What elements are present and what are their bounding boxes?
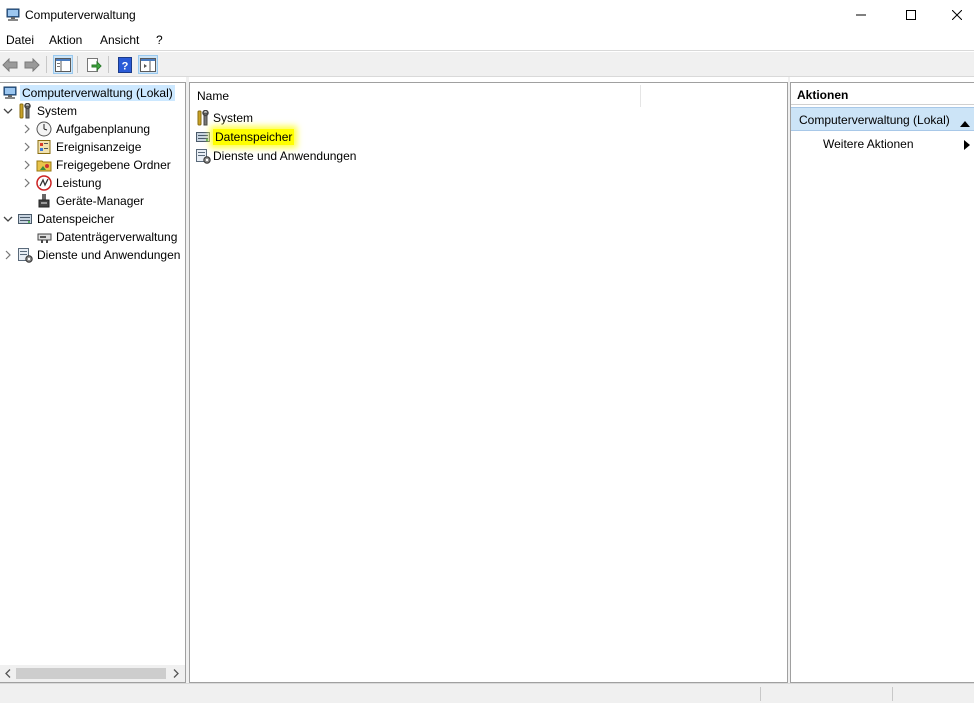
horizontal-scrollbar[interactable] (0, 665, 185, 682)
storage-icon (195, 129, 211, 145)
list-item-dienste[interactable]: Dienste und Anwendungen (195, 147, 356, 165)
column-header[interactable]: Name (190, 83, 787, 107)
status-bar (0, 683, 974, 703)
list-view: Name System Datenspeicher Dienste und An… (189, 82, 788, 683)
chevron-down-icon[interactable] (2, 213, 14, 225)
shared-folder-icon (36, 157, 52, 173)
show-hide-action-pane-button[interactable] (138, 55, 158, 74)
minimize-icon (856, 14, 866, 16)
chevron-right-icon[interactable] (21, 123, 33, 135)
menu-aktion[interactable]: Aktion (49, 33, 82, 47)
maximize-icon (906, 10, 916, 20)
event-viewer-icon (36, 139, 52, 155)
list-item-label: Datenspeicher (213, 129, 295, 145)
chevron-right-icon[interactable] (21, 177, 33, 189)
tree-item-label: Datenspeicher (37, 212, 115, 226)
export-list-button[interactable] (84, 55, 104, 74)
show-hide-console-tree-icon (55, 57, 71, 72)
column-header-name[interactable]: Name (197, 89, 229, 103)
tree-item-label: Freigegebene Ordner (56, 158, 171, 172)
list-item-datenspeicher[interactable]: Datenspeicher (195, 128, 295, 146)
tree-item-ereignisanzeige[interactable]: Ereignisanzeige (21, 138, 141, 156)
show-hide-action-pane-icon (140, 57, 156, 72)
svg-text:?: ? (122, 60, 129, 72)
chevron-right-icon[interactable] (21, 141, 33, 153)
list-item-system[interactable]: System (195, 109, 253, 127)
toolbar: ? (0, 52, 974, 77)
actions-section-header[interactable]: Computerverwaltung (Lokal) (791, 107, 974, 131)
tree-item-label: System (37, 104, 78, 118)
chevron-right-icon[interactable] (2, 249, 14, 261)
close-button[interactable] (934, 0, 974, 30)
storage-icon (17, 211, 33, 227)
list-item-label: Dienste und Anwendungen (213, 149, 357, 163)
more-actions-item[interactable]: Weitere Aktionen (791, 133, 974, 155)
actions-section-label: Computerverwaltung (Lokal) (799, 113, 950, 127)
submenu-arrow-icon (964, 139, 970, 153)
tree-item-label: Computerverwaltung (Lokal) (20, 85, 175, 101)
tree-item-label: Aufgabenplanung (56, 122, 151, 136)
actions-title-label: Aktionen (797, 88, 849, 102)
scrollbar-thumb[interactable] (16, 668, 166, 679)
forward-arrow-icon (24, 57, 40, 72)
help-button[interactable]: ? (115, 55, 135, 74)
close-icon (952, 10, 962, 20)
device-manager-icon (36, 193, 52, 209)
computer-management-icon (2, 85, 18, 101)
show-hide-console-tree-button[interactable] (53, 55, 73, 74)
chevron-down-icon[interactable] (2, 105, 14, 117)
menu-bar: Datei Aktion Ansicht ? (0, 30, 974, 51)
scroll-left-icon[interactable] (1, 667, 15, 680)
tree-item-leistung[interactable]: Leistung (21, 174, 101, 192)
tree-item-datentraegerverwaltung[interactable]: Datenträgerverwaltung (36, 228, 177, 246)
menu-help[interactable]: ? (156, 33, 163, 47)
console-tree: Computerverwaltung (Lokal) System Aufgab… (0, 82, 186, 683)
tree-item-root[interactable]: Computerverwaltung (Lokal) (2, 84, 175, 102)
forward-button[interactable] (22, 55, 42, 74)
services-applications-icon (195, 148, 211, 164)
tree-item-label: Dienste und Anwendungen (37, 248, 181, 262)
tree-item-label: Ereignisanzeige (56, 140, 142, 154)
disk-management-icon (36, 229, 52, 245)
window-title: Computerverwaltung (25, 8, 136, 22)
tree-item-dienste[interactable]: Dienste und Anwendungen (2, 246, 180, 264)
tree-item-system[interactable]: System (2, 102, 77, 120)
performance-icon (36, 175, 52, 191)
actions-title: Aktionen (791, 83, 974, 105)
list-item-label: System (213, 111, 254, 125)
more-actions-label: Weitere Aktionen (823, 137, 914, 151)
back-button[interactable] (0, 55, 20, 74)
menu-datei[interactable]: Datei (6, 33, 34, 47)
tree-item-geraete-manager[interactable]: Geräte-Manager (36, 192, 144, 210)
title-bar: Computerverwaltung (0, 0, 974, 30)
system-tools-icon (195, 110, 211, 126)
computer-management-icon (5, 7, 21, 23)
tree-item-label: Geräte-Manager (56, 194, 145, 208)
back-arrow-icon (2, 57, 18, 72)
minimize-button[interactable] (838, 0, 884, 30)
export-list-icon (87, 57, 102, 72)
tree-item-aufgabenplanung[interactable]: Aufgabenplanung (21, 120, 150, 138)
tree-item-label: Leistung (56, 176, 102, 190)
collapse-up-icon[interactable] (960, 116, 970, 130)
actions-pane: Aktionen Computerverwaltung (Lokal) Weit… (790, 82, 974, 683)
tree-item-datenspeicher[interactable]: Datenspeicher (2, 210, 114, 228)
column-divider[interactable] (640, 85, 641, 107)
maximize-button[interactable] (888, 0, 934, 30)
tree-item-freigegebene-ordner[interactable]: Freigegebene Ordner (21, 156, 171, 174)
clock-icon (36, 121, 52, 137)
system-tools-icon (17, 103, 33, 119)
chevron-right-icon[interactable] (21, 159, 33, 171)
scroll-right-icon[interactable] (169, 667, 183, 680)
tree-item-label: Datenträgerverwaltung (56, 230, 178, 244)
services-applications-icon (17, 247, 33, 263)
menu-ansicht[interactable]: Ansicht (100, 33, 139, 47)
help-icon: ? (118, 56, 132, 73)
